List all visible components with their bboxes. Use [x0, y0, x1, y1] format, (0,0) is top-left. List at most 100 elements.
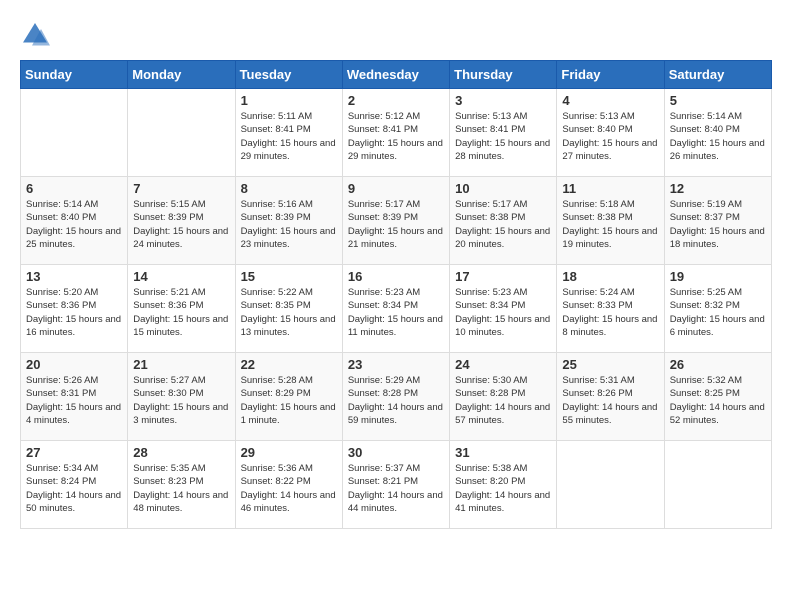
- day-info: Sunrise: 5:17 AMSunset: 8:39 PMDaylight:…: [348, 198, 444, 251]
- calendar-day-18: 18 Sunrise: 5:24 AMSunset: 8:33 PMDayligh…: [557, 265, 664, 353]
- calendar-day-5: 5 Sunrise: 5:14 AMSunset: 8:40 PMDaylight…: [664, 89, 771, 177]
- empty-cell: [21, 89, 128, 177]
- calendar-day-20: 20Sunrise: 5:26 AMSunset: 8:31 PMDayligh…: [21, 353, 128, 441]
- day-number: 21: [133, 357, 229, 372]
- day-number: 14: [133, 269, 229, 284]
- day-number: 1: [241, 93, 337, 108]
- day-number: 23: [348, 357, 444, 372]
- calendar-day-17: 17 Sunrise: 5:23 AMSunset: 8:34 PMDayligh…: [450, 265, 557, 353]
- day-number: 5: [670, 93, 766, 108]
- calendar-day-8: 8 Sunrise: 5:16 AMSunset: 8:39 PMDaylight…: [235, 177, 342, 265]
- day-number: 7: [133, 181, 229, 196]
- day-number: 24: [455, 357, 551, 372]
- day-info: Sunrise: 5:16 AMSunset: 8:39 PMDaylight:…: [241, 198, 337, 251]
- weekday-header-wednesday: Wednesday: [342, 61, 449, 89]
- calendar-table: SundayMondayTuesdayWednesdayThursdayFrid…: [20, 60, 772, 529]
- day-number: 10: [455, 181, 551, 196]
- calendar-day-31: 31 Sunrise: 5:38 AMSunset: 8:20 PMDayligh…: [450, 441, 557, 529]
- calendar-day-22: 22 Sunrise: 5:28 AMSunset: 8:29 PMDayligh…: [235, 353, 342, 441]
- calendar-week-4: 20Sunrise: 5:26 AMSunset: 8:31 PMDayligh…: [21, 353, 772, 441]
- calendar-day-25: 25 Sunrise: 5:31 AMSunset: 8:26 PMDayligh…: [557, 353, 664, 441]
- day-number: 17: [455, 269, 551, 284]
- day-number: 11: [562, 181, 658, 196]
- day-number: 12: [670, 181, 766, 196]
- day-info: Sunrise: 5:34 AMSunset: 8:24 PMDaylight:…: [26, 462, 122, 515]
- day-number: 13: [26, 269, 122, 284]
- calendar-day-15: 15 Sunrise: 5:22 AMSunset: 8:35 PMDayligh…: [235, 265, 342, 353]
- calendar-day-27: 27 Sunrise: 5:34 AMSunset: 8:24 PMDayligh…: [21, 441, 128, 529]
- day-info: Sunrise: 5:15 AMSunset: 8:39 PMDaylight:…: [133, 198, 229, 251]
- calendar-day-1: 1 Sunrise: 5:11 AMSunset: 8:41 PMDaylight…: [235, 89, 342, 177]
- day-number: 8: [241, 181, 337, 196]
- day-number: 31: [455, 445, 551, 460]
- day-info: Sunrise: 5:38 AMSunset: 8:20 PMDaylight:…: [455, 462, 551, 515]
- calendar-week-3: 13 Sunrise: 5:20 AMSunset: 8:36 PMDayligh…: [21, 265, 772, 353]
- calendar-day-11: 11Sunrise: 5:18 AMSunset: 8:38 PMDayligh…: [557, 177, 664, 265]
- calendar-day-6: 6 Sunrise: 5:14 AMSunset: 8:40 PMDaylight…: [21, 177, 128, 265]
- day-number: 9: [348, 181, 444, 196]
- day-number: 18: [562, 269, 658, 284]
- calendar-day-12: 12 Sunrise: 5:19 AMSunset: 8:37 PMDayligh…: [664, 177, 771, 265]
- empty-cell: [557, 441, 664, 529]
- day-number: 19: [670, 269, 766, 284]
- weekday-header-tuesday: Tuesday: [235, 61, 342, 89]
- calendar-day-24: 24 Sunrise: 5:30 AMSunset: 8:28 PMDayligh…: [450, 353, 557, 441]
- weekday-header-friday: Friday: [557, 61, 664, 89]
- calendar-day-10: 10 Sunrise: 5:17 AMSunset: 8:38 PMDayligh…: [450, 177, 557, 265]
- calendar-day-26: 26Sunrise: 5:32 AMSunset: 8:25 PMDayligh…: [664, 353, 771, 441]
- day-number: 3: [455, 93, 551, 108]
- day-info: Sunrise: 5:37 AMSunset: 8:21 PMDaylight:…: [348, 462, 444, 515]
- day-info: Sunrise: 5:19 AMSunset: 8:37 PMDaylight:…: [670, 198, 766, 251]
- day-info: Sunrise: 5:11 AMSunset: 8:41 PMDaylight:…: [241, 110, 337, 163]
- day-number: 22: [241, 357, 337, 372]
- calendar-day-28: 28 Sunrise: 5:35 AMSunset: 8:23 PMDayligh…: [128, 441, 235, 529]
- calendar-week-2: 6 Sunrise: 5:14 AMSunset: 8:40 PMDaylight…: [21, 177, 772, 265]
- day-info: Sunrise: 5:31 AMSunset: 8:26 PMDaylight:…: [562, 374, 658, 427]
- day-info: Sunrise: 5:24 AMSunset: 8:33 PMDaylight:…: [562, 286, 658, 339]
- day-info: Sunrise: 5:30 AMSunset: 8:28 PMDaylight:…: [455, 374, 551, 427]
- day-info: Sunrise: 5:23 AMSunset: 8:34 PMDaylight:…: [455, 286, 551, 339]
- day-number: 29: [241, 445, 337, 460]
- calendar-day-21: 21 Sunrise: 5:27 AMSunset: 8:30 PMDayligh…: [128, 353, 235, 441]
- logo-icon: [20, 20, 50, 50]
- calendar-week-5: 27 Sunrise: 5:34 AMSunset: 8:24 PMDayligh…: [21, 441, 772, 529]
- day-number: 15: [241, 269, 337, 284]
- day-number: 6: [26, 181, 122, 196]
- day-info: Sunrise: 5:13 AMSunset: 8:41 PMDaylight:…: [455, 110, 551, 163]
- calendar-week-1: 1 Sunrise: 5:11 AMSunset: 8:41 PMDaylight…: [21, 89, 772, 177]
- day-number: 27: [26, 445, 122, 460]
- day-info: Sunrise: 5:23 AMSunset: 8:34 PMDaylight:…: [348, 286, 444, 339]
- calendar-day-2: 2Sunrise: 5:12 AMSunset: 8:41 PMDaylight…: [342, 89, 449, 177]
- calendar-day-7: 7 Sunrise: 5:15 AMSunset: 8:39 PMDaylight…: [128, 177, 235, 265]
- empty-cell: [128, 89, 235, 177]
- day-number: 2: [348, 93, 444, 108]
- calendar-day-19: 19 Sunrise: 5:25 AMSunset: 8:32 PMDayligh…: [664, 265, 771, 353]
- page-header: [20, 20, 772, 50]
- calendar-page: SundayMondayTuesdayWednesdayThursdayFrid…: [0, 0, 792, 539]
- calendar-day-23: 23Sunrise: 5:29 AMSunset: 8:28 PMDayligh…: [342, 353, 449, 441]
- day-info: Sunrise: 5:32 AMSunset: 8:25 PMDaylight:…: [670, 374, 766, 427]
- calendar-day-3: 3 Sunrise: 5:13 AMSunset: 8:41 PMDaylight…: [450, 89, 557, 177]
- day-info: Sunrise: 5:35 AMSunset: 8:23 PMDaylight:…: [133, 462, 229, 515]
- day-info: Sunrise: 5:13 AMSunset: 8:40 PMDaylight:…: [562, 110, 658, 163]
- day-number: 16: [348, 269, 444, 284]
- logo: [20, 20, 54, 50]
- day-info: Sunrise: 5:28 AMSunset: 8:29 PMDaylight:…: [241, 374, 337, 427]
- day-info: Sunrise: 5:36 AMSunset: 8:22 PMDaylight:…: [241, 462, 337, 515]
- day-info: Sunrise: 5:22 AMSunset: 8:35 PMDaylight:…: [241, 286, 337, 339]
- weekday-header-thursday: Thursday: [450, 61, 557, 89]
- day-info: Sunrise: 5:14 AMSunset: 8:40 PMDaylight:…: [670, 110, 766, 163]
- day-number: 25: [562, 357, 658, 372]
- calendar-day-14: 14Sunrise: 5:21 AMSunset: 8:36 PMDayligh…: [128, 265, 235, 353]
- day-info: Sunrise: 5:27 AMSunset: 8:30 PMDaylight:…: [133, 374, 229, 427]
- day-number: 28: [133, 445, 229, 460]
- day-info: Sunrise: 5:14 AMSunset: 8:40 PMDaylight:…: [26, 198, 122, 251]
- day-number: 4: [562, 93, 658, 108]
- weekday-header-row: SundayMondayTuesdayWednesdayThursdayFrid…: [21, 61, 772, 89]
- day-info: Sunrise: 5:20 AMSunset: 8:36 PMDaylight:…: [26, 286, 122, 339]
- day-number: 20: [26, 357, 122, 372]
- weekday-header-sunday: Sunday: [21, 61, 128, 89]
- day-info: Sunrise: 5:17 AMSunset: 8:38 PMDaylight:…: [455, 198, 551, 251]
- calendar-day-29: 29 Sunrise: 5:36 AMSunset: 8:22 PMDayligh…: [235, 441, 342, 529]
- day-info: Sunrise: 5:25 AMSunset: 8:32 PMDaylight:…: [670, 286, 766, 339]
